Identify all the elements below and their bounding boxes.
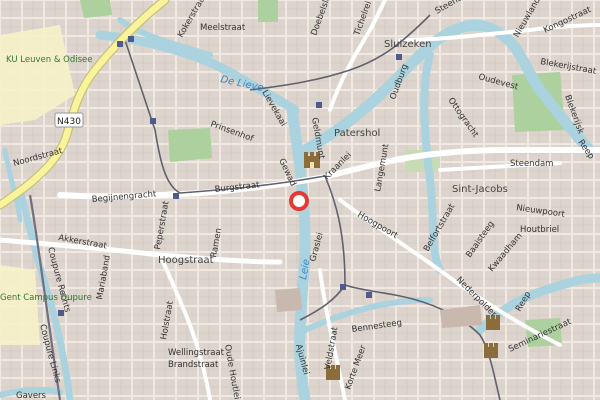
label-ku-leuven: KU Leuven & Odisee: [6, 55, 93, 65]
map-canvas[interactable]: N430 KU Leuven & Odisee Gent Campus Dupu…: [0, 0, 600, 400]
transit-stop: [340, 284, 346, 290]
road-shield-n430: N430: [54, 112, 84, 128]
label-gavers: Gavers: [16, 391, 47, 400]
transit-stop: [366, 292, 372, 298]
transit-stop: [316, 102, 322, 108]
transit-stop: [173, 193, 179, 199]
label-sint-jacobs: Sint-Jacobs: [452, 184, 508, 195]
label-patershol: Patershol: [334, 128, 380, 139]
park-north: [258, 0, 278, 22]
label-gent-campus: Gent Campus Dupure: [0, 293, 92, 303]
label-hoogstraat: Hoogstraat: [158, 255, 214, 266]
park-prinsenhof: [168, 128, 212, 162]
castle-icon[interactable]: [484, 343, 498, 358]
label-steendam: Steendam: [510, 159, 553, 169]
road-shield-label: N430: [57, 117, 81, 127]
campus-area-gent: [0, 265, 40, 345]
label-brandstraat: Brandstraat: [168, 360, 219, 370]
label-houtbriel: Houtbriel: [520, 225, 559, 235]
label-wellingstraat: Wellingstraat: [168, 348, 225, 358]
label-sluizeken: Sluizeken: [384, 39, 432, 50]
label-meelstraat: Meelstraat: [200, 23, 246, 33]
landmark-building: [275, 288, 302, 312]
park-northwest: [80, 0, 112, 18]
transit-stop: [396, 54, 402, 60]
map-view[interactable]: N430 KU Leuven & Odisee Gent Campus Dupu…: [0, 0, 600, 400]
transit-stop: [150, 118, 156, 124]
location-marker-icon[interactable]: [289, 191, 309, 211]
transit-stop: [117, 41, 123, 47]
transit-stop: [128, 36, 134, 42]
